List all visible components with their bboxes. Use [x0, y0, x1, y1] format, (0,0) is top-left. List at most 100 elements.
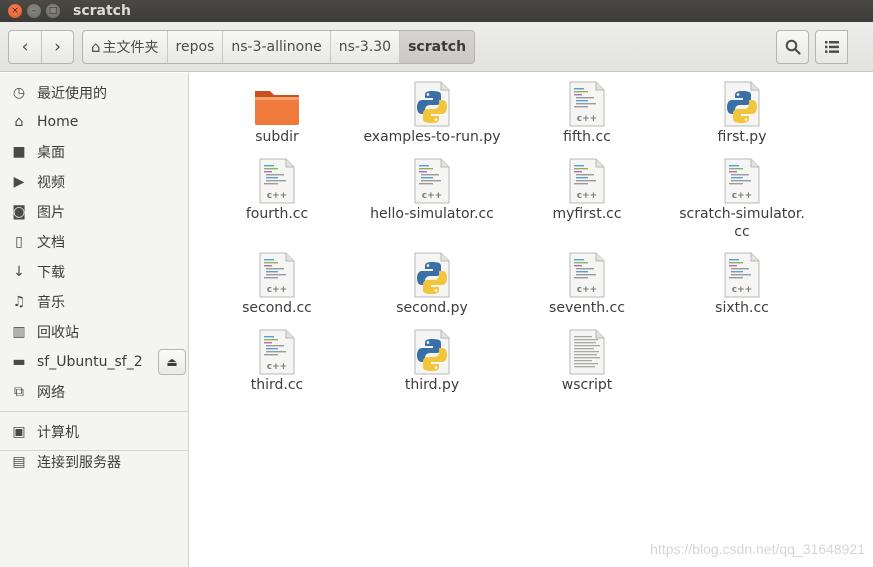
- sidebar-item-label: 桌面: [37, 145, 65, 161]
- breadcrumb-ns-3.30[interactable]: ns-3.30: [329, 31, 399, 63]
- sidebar-item-desktop[interactable]: ■ 桌面: [0, 137, 189, 167]
- file-name: hello-simulator.cc: [370, 206, 494, 222]
- chevron-left-icon: ‹: [21, 37, 29, 57]
- file-item-third-cc[interactable]: c++ third.cc: [199, 329, 355, 394]
- file-name: second.cc: [242, 300, 312, 316]
- file-name: examples-to-run.py: [363, 129, 501, 145]
- title-bar: × – □ scratch: [0, 0, 873, 22]
- sidebar-item-label: 连接到服务器: [37, 455, 121, 471]
- computer-icon: ▣: [12, 424, 26, 440]
- python-file-icon: [414, 81, 450, 127]
- sidebar-item-recent[interactable]: ◷ 最近使用的: [0, 78, 189, 108]
- cpp-file-icon: c++: [724, 252, 760, 298]
- sidebar-item-label: Home: [37, 114, 79, 130]
- window-title: scratch: [73, 3, 131, 19]
- close-icon: ×: [11, 5, 19, 16]
- sidebar-item-label: 回收站: [37, 325, 79, 341]
- sidebar-item-network[interactable]: ⧉ 网络: [0, 377, 189, 407]
- breadcrumb-home[interactable]: ⌂ 主文件夹: [83, 31, 167, 63]
- folder-icon: [255, 91, 299, 125]
- breadcrumb-scratch[interactable]: scratch: [399, 31, 475, 63]
- file-item-seventh-cc[interactable]: c++ seventh.cc: [509, 252, 665, 317]
- sidebar-item-downloads[interactable]: ↓ 下载: [0, 257, 189, 287]
- toolbar: ‹ › ⌂ 主文件夹 repos ns-3-allinone ns-3.30 s…: [0, 22, 873, 567]
- file-name: second.py: [396, 300, 468, 316]
- file-name: wscript: [561, 377, 613, 393]
- back-button[interactable]: ‹: [9, 31, 41, 63]
- file-name: fifth.cc: [563, 129, 611, 145]
- python-file-icon: [414, 329, 450, 375]
- cpp-file-icon: c++: [414, 158, 450, 204]
- file-item-wscript[interactable]: wscript: [509, 329, 665, 394]
- maximize-window-button[interactable]: □: [46, 4, 60, 18]
- sidebar-item-videos[interactable]: ▶ 视频: [0, 167, 189, 197]
- file-item-second-py[interactable]: second.py: [354, 252, 510, 317]
- file-item-scratch-simulator-cc[interactable]: c++ scratch-simulator. cc: [664, 158, 820, 241]
- sidebar-item-computer[interactable]: ▣ 计算机: [0, 417, 189, 447]
- breadcrumb-ns-3-allinone[interactable]: ns-3-allinone: [222, 31, 329, 63]
- sidebar-item-drive[interactable]: ▬ sf_Ubuntu_sf_2 ⏏: [0, 347, 189, 377]
- sidebar-item-label: sf_Ubuntu_sf_2: [37, 354, 143, 370]
- list-icon: [824, 41, 839, 53]
- forward-button[interactable]: ›: [40, 31, 73, 63]
- download-icon: ↓: [13, 264, 25, 280]
- sidebar-item-pictures[interactable]: ◙ 图片: [0, 197, 189, 227]
- breadcrumb-repos[interactable]: repos: [166, 31, 223, 63]
- sidebar-item-trash[interactable]: ▥ 回收站: [0, 317, 189, 347]
- home-icon: ⌂: [14, 114, 24, 130]
- minimize-window-button[interactable]: –: [27, 4, 41, 18]
- cpp-label: c++: [577, 114, 597, 124]
- trash-icon: ▥: [12, 324, 26, 340]
- text-file-icon: [569, 329, 605, 375]
- cpp-file-icon: c++: [259, 329, 295, 375]
- cpp-file-icon: c++: [259, 252, 295, 298]
- file-item-fourth-cc[interactable]: c++ fourth.cc: [199, 158, 355, 223]
- maximize-icon: □: [48, 5, 58, 16]
- sidebar-item-label: 计算机: [37, 425, 79, 441]
- navigation-buttons: ‹ ›: [8, 30, 74, 64]
- breadcrumb: ⌂ 主文件夹 repos ns-3-allinone ns-3.30 scrat…: [82, 30, 476, 64]
- cpp-file-icon: c++: [569, 81, 605, 127]
- network-icon: ⧉: [14, 384, 24, 400]
- file-item-sixth-cc[interactable]: c++ sixth.cc: [664, 252, 820, 317]
- list-view-button[interactable]: [815, 30, 848, 64]
- file-item-first-py[interactable]: first.py: [664, 81, 820, 146]
- cpp-file-icon: c++: [724, 158, 760, 204]
- file-name: myfirst.cc: [552, 206, 622, 222]
- chevron-right-icon: ›: [54, 37, 61, 57]
- sidebar-item-label: 网络: [37, 385, 65, 401]
- file-name: subdir: [255, 129, 299, 145]
- file-item-third-py[interactable]: third.py: [354, 329, 510, 394]
- sidebar-item-label: 最近使用的: [37, 86, 107, 102]
- cpp-label: c++: [732, 191, 752, 201]
- file-item-subdir[interactable]: subdir: [199, 83, 355, 146]
- close-window-button[interactable]: ×: [8, 4, 22, 18]
- cpp-file-icon: c++: [569, 158, 605, 204]
- file-name: first.py: [717, 129, 767, 145]
- sidebar-item-connect-server[interactable]: ▤ 连接到服务器: [0, 447, 189, 477]
- file-item-second-cc[interactable]: c++ second.cc: [199, 252, 355, 317]
- file-name: third.cc: [250, 377, 304, 393]
- eject-button[interactable]: ⏏: [158, 349, 186, 375]
- search-button[interactable]: [776, 30, 809, 64]
- sidebar-item-label: 图片: [37, 205, 65, 221]
- search-icon: [785, 39, 801, 55]
- sidebar-item-home[interactable]: ⌂ Home: [0, 107, 189, 137]
- sidebar-divider: [0, 411, 189, 412]
- sidebar-item-music[interactable]: ♫ 音乐: [0, 287, 189, 317]
- file-name-line-1: scratch-simulator.: [679, 206, 805, 222]
- sidebar-item-label: 下载: [37, 265, 65, 281]
- camera-icon: ◙: [12, 204, 26, 220]
- cpp-label: c++: [267, 285, 287, 295]
- file-item-fifth-cc[interactable]: c++ fifth.cc: [509, 81, 665, 146]
- file-item-hello-simulator-cc[interactable]: c++ hello-simulator.cc: [354, 158, 510, 223]
- minimize-icon: –: [31, 5, 37, 16]
- file-item-examples-to-run-py[interactable]: examples-to-run.py: [354, 81, 510, 146]
- sidebar-item-label: 视频: [37, 175, 65, 191]
- cpp-label: c++: [577, 285, 597, 295]
- file-name: seventh.cc: [549, 300, 625, 316]
- cpp-label: c++: [267, 191, 287, 201]
- watermark: https://blog.csdn.net/qq_31648921: [650, 541, 865, 557]
- file-item-myfirst-cc[interactable]: c++ myfirst.cc: [509, 158, 665, 223]
- sidebar-item-documents[interactable]: ▯ 文档: [0, 227, 189, 257]
